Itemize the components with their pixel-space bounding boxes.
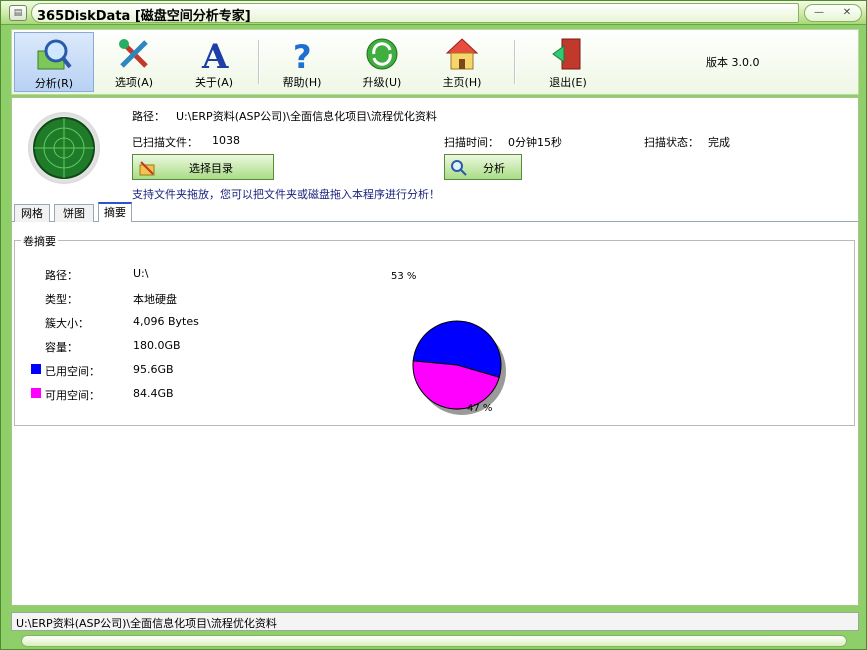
folder-tools-icon <box>139 161 155 176</box>
home-toolbar-button[interactable]: 主页(H) <box>422 32 502 92</box>
help-toolbar-button[interactable]: ? 帮助(H) <box>262 32 342 92</box>
title-bar: ▤ 365DiskData [磁盘空间分析专家] — ✕ <box>1 1 866 25</box>
window-title: 365DiskData [磁盘空间分析专家] <box>37 9 251 24</box>
system-menu-icon[interactable]: ▤ <box>9 5 27 21</box>
toolbar: 分析(R) 选项(A) A 关于(A) ? 帮助(H) 升级(U) 主页(H) … <box>11 29 859 95</box>
summary-label: 路径： <box>45 269 78 282</box>
analyze-button-label: 分析 <box>483 162 505 175</box>
used-space-swatch <box>31 364 41 374</box>
free-space-swatch <box>31 388 41 398</box>
tab-summary[interactable]: 摘要 <box>98 202 132 222</box>
volume-summary-group: 卷摘要 路径： U:\ 类型： 本地硬盘 簇大小： 4,096 Bytes 容量… <box>14 233 855 426</box>
version-label: 版本 3.0.0 <box>706 56 760 69</box>
toolbar-label: 关于(A) <box>194 76 234 89</box>
scan-status-label: 扫描状态： <box>644 136 699 149</box>
bottom-frame <box>21 635 847 647</box>
exit-toolbar-button[interactable]: 退出(E) <box>528 32 608 92</box>
summary-value: 4,096 Bytes <box>133 315 199 328</box>
upgrade-toolbar-button[interactable]: 升级(U) <box>342 32 422 92</box>
toolbar-label: 升级(U) <box>362 76 402 89</box>
search-icon <box>451 160 467 176</box>
exit-icon <box>552 38 581 70</box>
toolbar-separator <box>258 40 260 84</box>
toolbar-label: 选项(A) <box>114 76 154 89</box>
close-icon[interactable]: ✕ <box>839 7 855 19</box>
summary-value: 本地硬盘 <box>133 293 177 306</box>
status-text: U:\ERP资料(ASP公司)\全面信息化项目\流程优化资料 <box>16 617 277 630</box>
options-toolbar-button[interactable]: 选项(A) <box>94 32 174 92</box>
svg-text:A: A <box>201 37 229 72</box>
radar-icon <box>28 112 100 184</box>
summary-value: 95.6GB <box>133 363 174 376</box>
main-panel: 路径： U:\ERP资料(ASP公司)\全面信息化项目\流程优化资料 已扫描文件… <box>11 97 859 606</box>
summary-label: 类型： <box>45 293 78 306</box>
files-label: 已扫描文件： <box>132 136 198 149</box>
free-percent-label: 47 % <box>467 403 493 414</box>
app-window: ▤ 365DiskData [磁盘空间分析专家] — ✕ 分析(R) 选项(A) <box>0 0 867 650</box>
about-toolbar-button[interactable]: A 关于(A) <box>174 32 254 92</box>
path-value: U:\ERP资料(ASP公司)\全面信息化项目\流程优化资料 <box>176 110 437 123</box>
toolbar-label: 分析(R) <box>34 77 74 90</box>
scan-time-value: 0分钟15秒 <box>508 136 562 149</box>
files-value: 1038 <box>212 134 240 147</box>
analyze-toolbar-button[interactable]: 分析(R) <box>14 32 94 92</box>
tab-strip: 网格 饼图 摘要 <box>12 202 858 222</box>
tools-icon <box>119 39 148 68</box>
used-percent-label: 53 % <box>391 271 417 282</box>
help-icon: ? <box>293 38 312 76</box>
tab-grid[interactable]: 网格 <box>14 204 50 222</box>
scan-status-value: 完成 <box>708 136 730 149</box>
toolbar-label: 退出(E) <box>549 76 587 89</box>
summary-value: U:\ <box>133 267 149 280</box>
path-label: 路径： <box>132 110 165 123</box>
toolbar-label: 帮助(H) <box>282 76 322 89</box>
summary-label: 容量： <box>45 341 78 354</box>
upgrade-icon <box>366 38 398 70</box>
minimize-icon[interactable]: — <box>811 7 827 19</box>
summary-label: 可用空间： <box>45 389 100 402</box>
summary-value: 84.4GB <box>133 387 174 400</box>
scan-time-label: 扫描时间： <box>444 136 499 149</box>
svg-text:?: ? <box>293 38 312 72</box>
toolbar-label: 主页(H) <box>442 76 482 89</box>
magnifier-icon <box>37 39 72 70</box>
tab-pie[interactable]: 饼图 <box>54 204 94 222</box>
select-directory-button[interactable]: 选择目录 <box>132 154 274 180</box>
analyze-button[interactable]: 分析 <box>444 154 522 180</box>
window-controls: — ✕ <box>804 4 862 22</box>
about-a-icon: A <box>201 37 229 77</box>
select-directory-label: 选择目录 <box>189 162 233 175</box>
drag-drop-hint: 支持文件夹拖放，您可以把文件夹或磁盘拖入本程序进行分析！ <box>132 188 440 201</box>
summary-label: 已用空间： <box>45 365 100 378</box>
status-bar: U:\ERP资料(ASP公司)\全面信息化项目\流程优化资料 <box>11 612 859 631</box>
toolbar-separator <box>514 40 516 84</box>
summary-label: 簇大小： <box>45 317 89 330</box>
home-icon <box>445 38 479 70</box>
summary-value: 180.0GB <box>133 339 181 352</box>
group-title: 卷摘要 <box>21 233 58 249</box>
